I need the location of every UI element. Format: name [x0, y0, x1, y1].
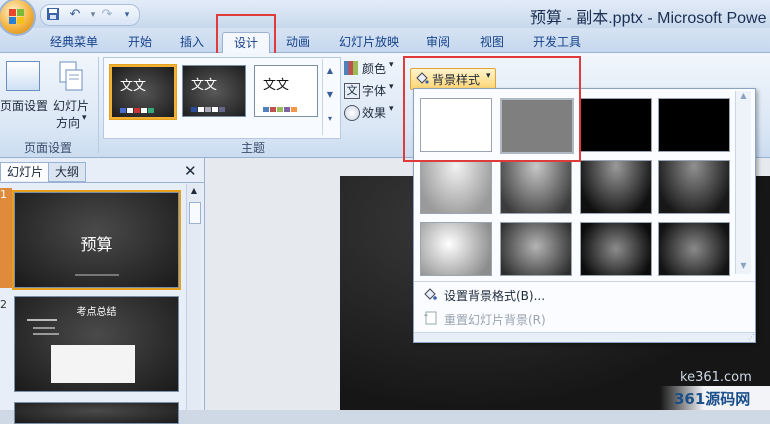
slide-1-selection-bar [0, 188, 12, 288]
reset-background-menu-item: 重置幻灯片背景(R) [444, 313, 546, 327]
format-background-menu-item[interactable]: 设置背景格式(B)... [444, 287, 545, 304]
scroll-down-icon[interactable]: ▼ [736, 261, 751, 270]
effects-icon [344, 105, 360, 121]
redo-icon[interactable]: ↷ [99, 7, 115, 23]
slide-thumbnail-1[interactable]: 预算 [14, 192, 179, 288]
office-button[interactable] [0, 0, 34, 34]
bg-style-5[interactable] [420, 160, 492, 214]
scroll-thumb[interactable] [189, 202, 201, 224]
chevron-down-icon[interactable]: ▾ [82, 113, 87, 123]
panel-scrollbar[interactable]: ▲ [186, 184, 201, 410]
tab-slides[interactable]: 幻灯片 [0, 162, 51, 181]
quick-access-toolbar: ↶ ▾ ↷ ▾ [40, 4, 140, 26]
scroll-up-icon[interactable]: ▲ [736, 91, 751, 100]
slide-orientation-label-1[interactable]: 幻灯片 [53, 97, 89, 114]
bullet-line [27, 319, 57, 321]
chevron-down-icon[interactable]: ▾ [389, 82, 394, 92]
theme-thumb-3[interactable]: 文文 [254, 65, 318, 117]
watermark-line-1: ke361.com [680, 370, 752, 385]
fonts-icon: 文 [344, 83, 360, 99]
fonts-button[interactable]: 字体 [362, 82, 386, 99]
resize-grip[interactable]: ⋰ [414, 332, 755, 342]
tab-review[interactable]: 审阅 [416, 32, 460, 52]
slide-title: 预算 [80, 235, 113, 254]
theme-thumb-current[interactable]: 文文 [110, 65, 176, 119]
bg-style-4[interactable] [658, 98, 730, 152]
slide-number: 1 [0, 188, 7, 201]
scroll-up-icon[interactable]: ▲ [187, 184, 201, 198]
bg-style-9[interactable] [420, 222, 492, 276]
bg-style-8[interactable] [658, 160, 730, 214]
tab-home[interactable]: 开始 [118, 32, 162, 52]
slides-panel: 幻灯片 大纲 ✕ 1 预算 2 考点总结 ▲ [0, 158, 205, 424]
bg-style-6[interactable] [500, 160, 572, 214]
gallery-scroll[interactable]: ▲ ▼ ▾ [322, 59, 337, 135]
bg-style-12[interactable] [658, 222, 730, 276]
bg-style-7[interactable] [580, 160, 652, 214]
window-title: 预算 - 副本.pptx - Microsoft Powe [530, 10, 767, 27]
tab-insert[interactable]: 插入 [170, 32, 214, 52]
group-separator [98, 57, 99, 153]
chevron-down-icon[interactable]: ▾ [389, 60, 394, 70]
bg-style-11[interactable] [580, 222, 652, 276]
tab-classic-menu[interactable]: 经典菜单 [42, 32, 106, 52]
group-label-themes: 主题 [240, 141, 265, 155]
bg-style-3[interactable] [580, 98, 652, 152]
ribbon-tabs: 经典菜单 开始 插入 设计 动画 幻灯片放映 审阅 视图 开发工具 [0, 28, 770, 53]
bullet-line [33, 333, 59, 335]
page-setup-icon [6, 61, 40, 91]
group-label-page-setup: 页面设置 [23, 141, 72, 155]
reset-background-icon [422, 310, 438, 326]
colors-button[interactable]: 颜色 [362, 60, 386, 77]
tab-developer[interactable]: 开发工具 [524, 32, 590, 52]
save-icon[interactable] [45, 7, 61, 23]
effects-button[interactable]: 效果 [362, 104, 386, 121]
watermark-line-2: 361源码网 [674, 390, 751, 408]
undo-icon[interactable]: ↶ [67, 7, 83, 23]
slide-footer-line [75, 274, 119, 276]
slide-orientation-icon [58, 61, 84, 91]
tab-slideshow[interactable]: 幻灯片放映 [330, 32, 408, 52]
format-background-icon [422, 286, 438, 302]
chevron-down-icon[interactable]: ▾ [389, 104, 394, 114]
customize-qat-icon[interactable]: ▾ [119, 7, 135, 23]
tab-animations[interactable]: 动画 [276, 32, 320, 52]
slide-title: 考点总结 [76, 307, 117, 318]
slide-thumbnail-2[interactable]: 考点总结 [14, 296, 179, 392]
theme-thumb-2[interactable]: 文文 [182, 65, 246, 117]
watermark: ke361.com 361源码网 [660, 368, 770, 410]
tab-view[interactable]: 视图 [470, 32, 514, 52]
office-logo-icon [9, 9, 25, 25]
page-setup-button[interactable]: 页面设置 [0, 97, 48, 114]
menu-divider [414, 281, 755, 282]
panel-divider [0, 182, 204, 183]
slide-orientation-label-2[interactable]: 方向 [56, 114, 80, 131]
gallery-scrollbar[interactable]: ▲ ▼ [735, 91, 751, 274]
colors-icon [344, 61, 358, 75]
slide-diagram-image [51, 345, 135, 383]
bullet-line [33, 327, 55, 329]
slide-number: 2 [0, 298, 7, 311]
tab-outline[interactable]: 大纲 [48, 162, 87, 182]
close-icon[interactable]: ✕ [184, 162, 197, 180]
slide-thumbnail-3[interactable] [14, 402, 179, 424]
highlight-background-styles [403, 56, 581, 162]
bg-style-10[interactable] [500, 222, 572, 276]
